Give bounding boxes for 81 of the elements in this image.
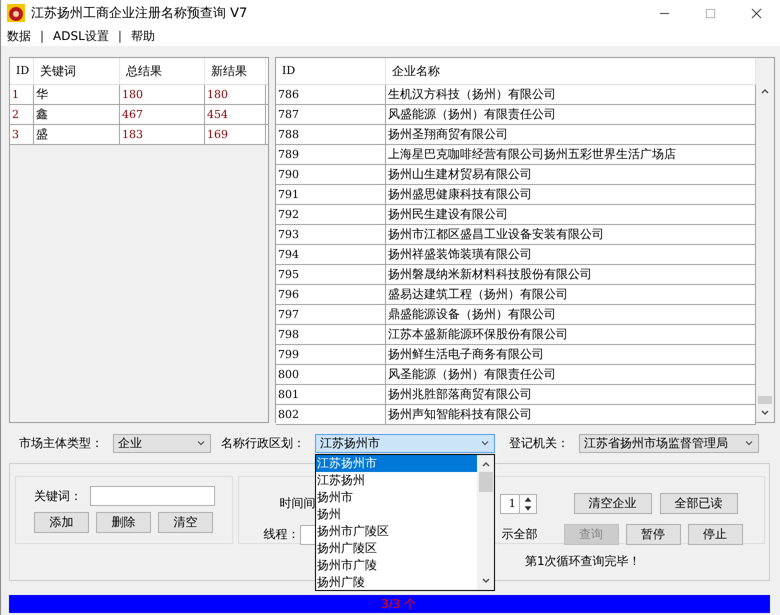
column-header[interactable]: 总结果 [120,58,205,84]
table-cell: 454 [205,105,266,124]
table-cell: 802 [276,405,386,424]
dropdown-option[interactable]: 扬州市广陵区 [316,522,477,540]
menu-separator: | [40,29,44,43]
column-header[interactable]: ID [10,58,34,84]
table-cell: 鑫 [34,105,120,124]
authority-label: 登记机关： [509,434,569,452]
menu-item[interactable]: 数据 [7,28,31,44]
table-cell: 798 [276,325,386,344]
table-cell: 799 [276,345,386,364]
table-cell: 792 [276,205,386,224]
table-cell: 盛 [34,125,120,144]
menu-separator: | [118,29,122,43]
table-cell: 467 [120,105,205,124]
threads-label: 线程： [264,526,300,543]
keyword-label: 关键词： [34,488,82,504]
dropdown-option[interactable]: 扬州 [316,506,477,522]
menu-item[interactable]: ADSL设置 [53,28,109,44]
scroll-down-icon[interactable] [480,576,490,586]
scroll-up-icon[interactable] [760,86,770,96]
window-title: 江苏扬州工商企业注册名称预查询 V7 [31,5,248,22]
table-cell: 789 [276,145,386,164]
action-button[interactable]: 暂停 [626,524,681,545]
chevron-down-icon[interactable] [196,438,206,448]
status-message: 第1次循环查询完毕！ [525,554,641,568]
region-label: 名称行政区划： [221,434,305,452]
table-cell: 2 [10,105,34,124]
chevron-down-icon[interactable] [744,438,754,448]
column-header[interactable]: 新结果 [205,58,266,84]
interval-spinner[interactable]: 1 [500,494,537,514]
dropdown-option[interactable]: 江苏扬州市 [316,454,477,472]
action-button[interactable]: 全部已读 [660,493,738,514]
table-cell: 793 [276,225,386,244]
table-cell: 180 [120,85,205,104]
scrollbar[interactable] [477,454,494,590]
table-cell: 3 [10,125,34,144]
chevron-down-icon[interactable] [480,438,490,448]
interval-label: 时间间 [280,496,316,510]
app-logo-icon [7,4,25,22]
dropdown-option[interactable]: 扬州市广陵 [316,556,477,574]
column-header[interactable]: ID [276,58,386,84]
table-cell: 790 [276,165,386,184]
show-all-label: 示全部 [502,526,538,543]
table-cell: 796 [276,285,386,304]
close-icon[interactable] [751,8,762,18]
scroll-down-icon[interactable] [760,408,770,418]
table-cell: 786 [276,85,386,104]
column-header[interactable]: 关键词 [34,58,120,84]
market-type-label: 市场主体类型： [19,434,103,452]
scrollbar-thumb[interactable] [758,396,772,404]
table-cell: 169 [205,125,266,144]
table-cell: 791 [276,185,386,204]
table-cell: 795 [276,265,386,284]
dropdown-option[interactable]: 扬州广陵 [316,574,477,590]
table-cell: 183 [120,125,205,144]
dropdown-option[interactable]: 扬州广陵区 [316,540,477,556]
action-button[interactable]: 停止 [688,524,743,545]
table-cell: 801 [276,385,386,404]
market-type-dropdown[interactable]: 企业 [113,434,211,452]
region-dropdown[interactable]: 江苏扬州市 [315,434,495,452]
dropdown-option[interactable]: 扬州市 [316,488,477,506]
scrollbar-thumb[interactable] [478,472,492,492]
action-button[interactable]: 清空企业 [574,493,652,514]
progress-text: 3/3 个 [381,596,416,613]
action-button[interactable]: 删除 [96,512,151,533]
table-cell: 800 [276,365,386,384]
authority-dropdown[interactable]: 江苏省扬州市场监督管理局 [579,434,759,452]
table-cell: 797 [276,305,386,324]
table-cell: 788 [276,125,386,144]
action-button[interactable]: 添加 [34,512,89,533]
menu-item[interactable]: 帮助 [130,28,155,44]
threads-input[interactable] [300,524,316,544]
dropdown-option[interactable]: 江苏扬州 [316,472,477,488]
table-cell: 794 [276,245,386,264]
table-cell: 1 [10,85,34,104]
table-cell: 华 [34,85,120,104]
table-cell: 180 [205,85,266,104]
table-cell: 787 [276,105,386,124]
keyword-input[interactable] [90,486,215,506]
action-button[interactable]: 清空 [158,512,213,533]
